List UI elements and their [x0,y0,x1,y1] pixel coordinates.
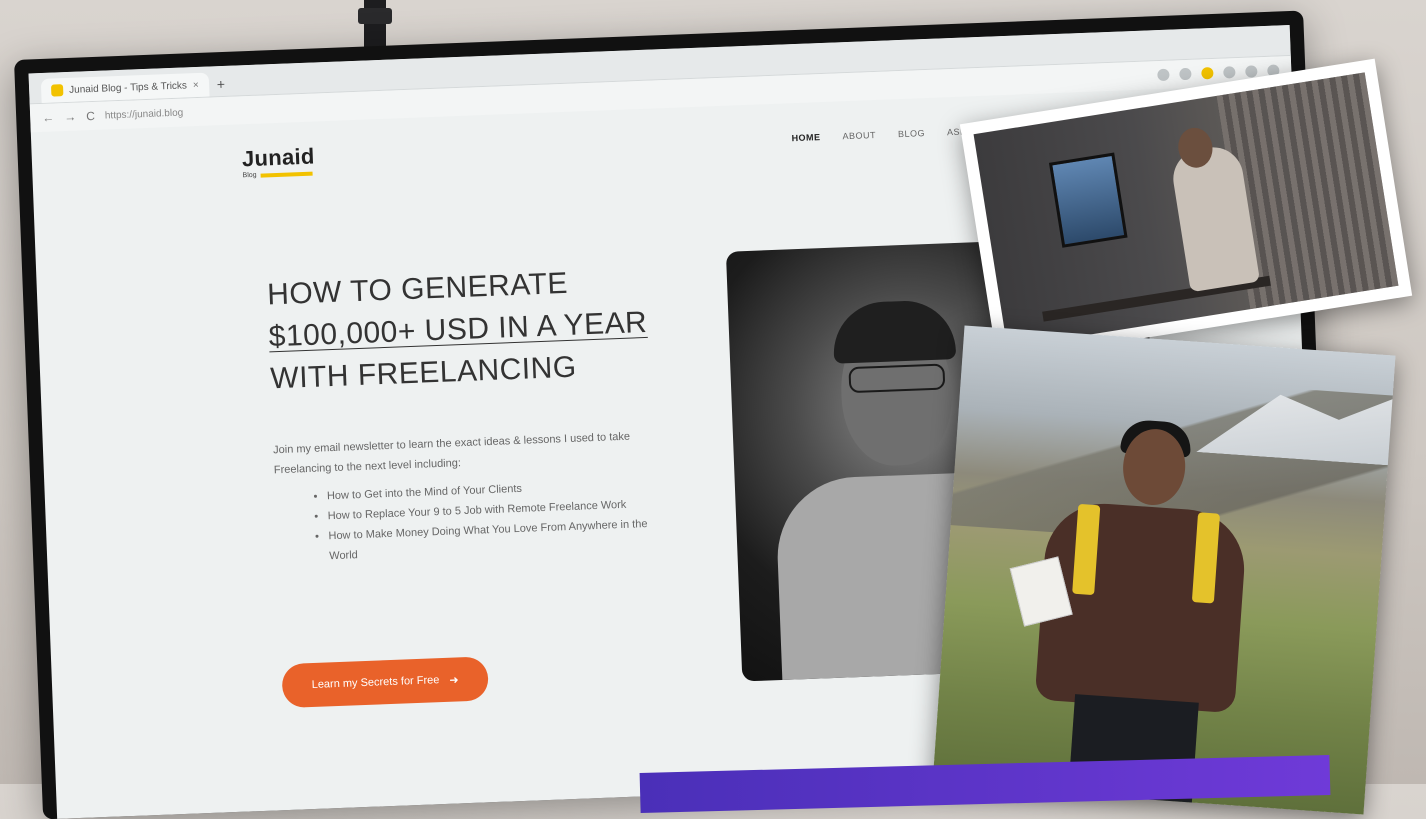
tab-title: Junaid Blog - Tips & Tricks [68,79,188,96]
address-bar[interactable]: https://junaid.blog [105,107,184,121]
nav-home[interactable]: HOME [791,132,820,143]
portrait-hair [831,299,957,364]
logo-underline [260,171,313,178]
desk-monitor [1048,152,1128,248]
overlay-photo-mountains [932,325,1396,815]
logo-sub-label: Blog [242,171,257,180]
forward-icon[interactable]: → [64,110,77,124]
tab-close-icon[interactable]: × [193,79,199,90]
nav-about[interactable]: ABOUT [842,130,876,141]
arrow-right-icon: ➜ [449,673,459,687]
newsletter-intro: Join my email newsletter to learn the ex… [272,430,631,477]
cta-label: Learn my Secrets for Free [311,674,440,692]
back-icon[interactable]: ← [42,111,55,125]
cable-clip [358,8,392,24]
benefits-list: How to Get into the Mind of Your Clients… [275,473,670,568]
logo-name: Junaid [241,143,316,172]
main-nav: HOME ABOUT BLOG ASK [791,126,966,143]
nav-blog[interactable]: BLOG [898,128,925,139]
site-logo[interactable]: Junaid Blog [241,144,315,180]
new-tab-button[interactable]: + [216,76,225,92]
workspace-photo-image [973,72,1399,348]
cta-button[interactable]: Learn my Secrets for Free ➜ [281,656,489,709]
reload-icon[interactable]: C [86,109,95,123]
headline-line-2: $100,000+ USD IN A YEAR [268,305,648,354]
hero-headline: HOW TO GENERATE $100,000+ USD IN A YEAR … [266,258,691,400]
logo-subline: Blog [242,170,315,180]
headline-line-3: WITH FREELANCING [269,350,578,396]
hero-section: HOW TO GENERATE $100,000+ USD IN A YEAR … [266,258,697,709]
extension-icon[interactable] [1245,65,1258,78]
favicon-icon [50,84,64,97]
portrait-glasses [848,363,946,394]
extension-icon[interactable] [1157,68,1170,82]
extension-icon[interactable] [1179,67,1192,81]
extension-icon[interactable] [1201,66,1214,80]
extension-icon[interactable] [1223,66,1236,79]
headline-line-1: HOW TO GENERATE [266,266,569,312]
